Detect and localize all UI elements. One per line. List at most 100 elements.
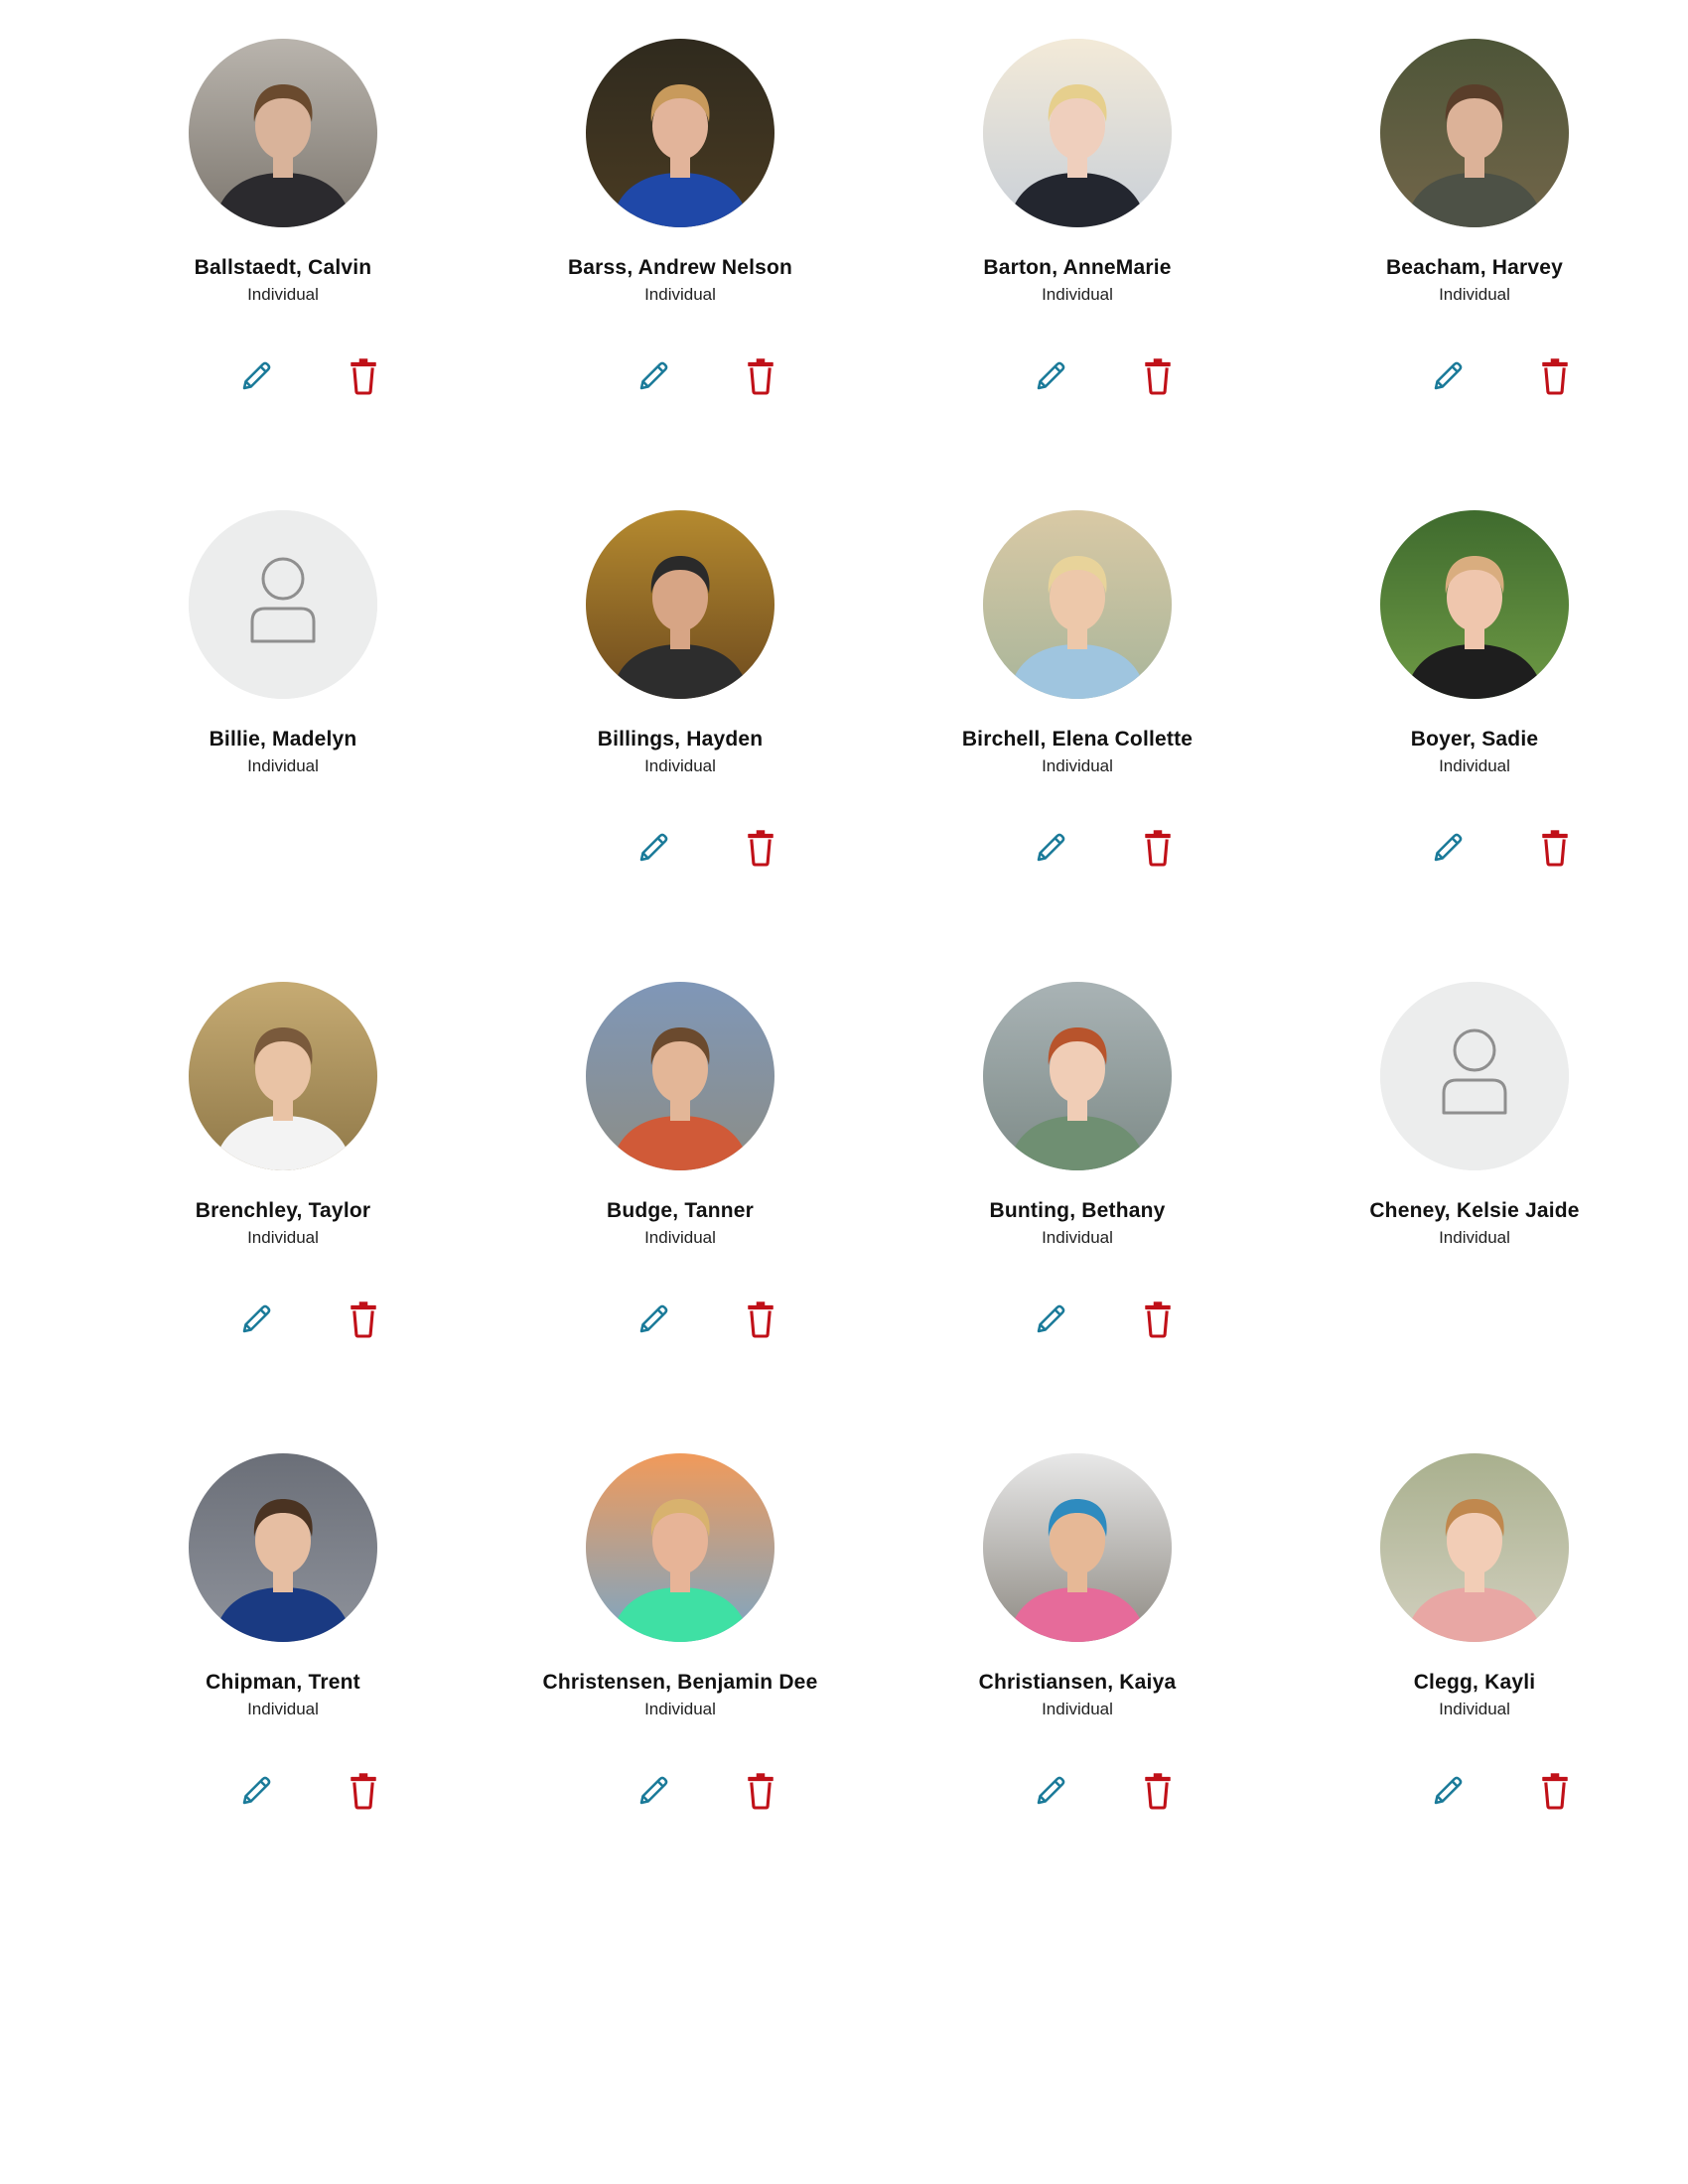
person-card: Boyer, Sadie Individual [1276,472,1673,928]
edit-button[interactable] [234,1771,278,1815]
person-role: Individual [644,285,716,304]
person-card: Ballstaedt, Calvin Individual [84,0,482,457]
delete-button[interactable] [342,1771,385,1815]
person-card: Christiansen, Kaiya Individual [879,1415,1276,1871]
person-placeholder-icon [189,510,377,699]
card-actions [482,1771,879,1815]
delete-button[interactable] [739,1299,782,1343]
edit-button[interactable] [234,1299,278,1343]
person-name: Christiansen, Kaiya [978,1671,1177,1694]
trash-icon [1538,1771,1572,1816]
person-card: Billings, Hayden Individual [482,472,879,928]
pencil-icon [1430,830,1466,871]
avatar-photo [1380,1453,1569,1642]
person-name: Bunting, Bethany [989,1199,1166,1222]
person-card: Brenchley, Taylor Individual [84,943,482,1400]
card-actions [84,1771,482,1815]
card-actions [84,1299,482,1343]
card-actions [1276,828,1673,872]
edit-button[interactable] [632,356,675,400]
person-card: Birchell, Elena Collette Individual [879,472,1276,928]
delete-button[interactable] [1136,1299,1180,1343]
edit-button[interactable] [632,1299,675,1343]
card-actions [482,356,879,400]
person-role: Individual [1042,285,1113,304]
delete-button[interactable] [1533,356,1577,400]
person-role: Individual [1439,756,1510,775]
card-actions [879,356,1276,400]
person-role: Individual [247,1228,319,1247]
person-role: Individual [1439,285,1510,304]
person-name: Barss, Andrew Nelson [567,256,793,279]
edit-button[interactable] [234,356,278,400]
person-card: Billie, Madelyn Individual [84,472,482,928]
person-role: Individual [1439,1228,1510,1247]
trash-icon [1538,828,1572,873]
card-actions [84,356,482,400]
avatar-photo [1380,510,1569,699]
pencil-icon [1033,358,1068,399]
avatar-photo [983,510,1172,699]
card-actions [482,828,879,872]
delete-button[interactable] [739,356,782,400]
card-actions [482,1299,879,1343]
person-card: Chipman, Trent Individual [84,1415,482,1871]
trash-icon [1538,356,1572,401]
delete-button[interactable] [342,1299,385,1343]
edit-button[interactable] [1029,356,1072,400]
person-name: Budge, Tanner [606,1199,755,1222]
avatar-photo [189,982,377,1170]
person-name: Cheney, Kelsie Jaide [1369,1199,1580,1222]
edit-button[interactable] [1029,828,1072,872]
person-role: Individual [644,1228,716,1247]
person-name: Barton, AnneMarie [983,256,1172,279]
trash-icon [744,828,777,873]
edit-button[interactable] [632,828,675,872]
delete-button[interactable] [1136,356,1180,400]
avatar-photo [586,982,774,1170]
delete-button[interactable] [739,828,782,872]
pencil-icon [635,358,671,399]
edit-button[interactable] [1029,1771,1072,1815]
delete-button[interactable] [1533,828,1577,872]
delete-button[interactable] [342,356,385,400]
avatar-photo [1380,39,1569,227]
avatar-photo [983,39,1172,227]
avatar-photo [586,1453,774,1642]
person-card: Bunting, Bethany Individual [879,943,1276,1400]
person-name: Billings, Hayden [597,728,764,751]
pencil-icon [1033,1773,1068,1814]
edit-button[interactable] [1426,356,1470,400]
person-role: Individual [247,285,319,304]
person-role: Individual [644,756,716,775]
trash-icon [1141,1299,1175,1344]
person-card: Clegg, Kayli Individual [1276,1415,1673,1871]
delete-button[interactable] [1136,1771,1180,1815]
card-actions [1276,1771,1673,1815]
person-name: Chipman, Trent [206,1671,360,1694]
avatar-photo [586,510,774,699]
trash-icon [1141,1771,1175,1816]
person-role: Individual [644,1700,716,1718]
card-actions [879,1771,1276,1815]
delete-button[interactable] [1136,828,1180,872]
pencil-icon [635,1773,671,1814]
person-role: Individual [247,756,319,775]
pencil-icon [238,358,274,399]
person-name: Clegg, Kayli [1413,1671,1536,1694]
trash-icon [744,1299,777,1344]
person-card: Beacham, Harvey Individual [1276,0,1673,457]
edit-button[interactable] [1426,828,1470,872]
delete-button[interactable] [1533,1771,1577,1815]
pencil-icon [238,1773,274,1814]
card-actions [1276,356,1673,400]
edit-button[interactable] [1426,1771,1470,1815]
trash-icon [347,1771,380,1816]
delete-button[interactable] [739,1771,782,1815]
person-role: Individual [1042,1700,1113,1718]
trash-icon [347,1299,380,1344]
edit-button[interactable] [632,1771,675,1815]
pencil-icon [635,830,671,871]
edit-button[interactable] [1029,1299,1072,1343]
trash-icon [1141,356,1175,401]
